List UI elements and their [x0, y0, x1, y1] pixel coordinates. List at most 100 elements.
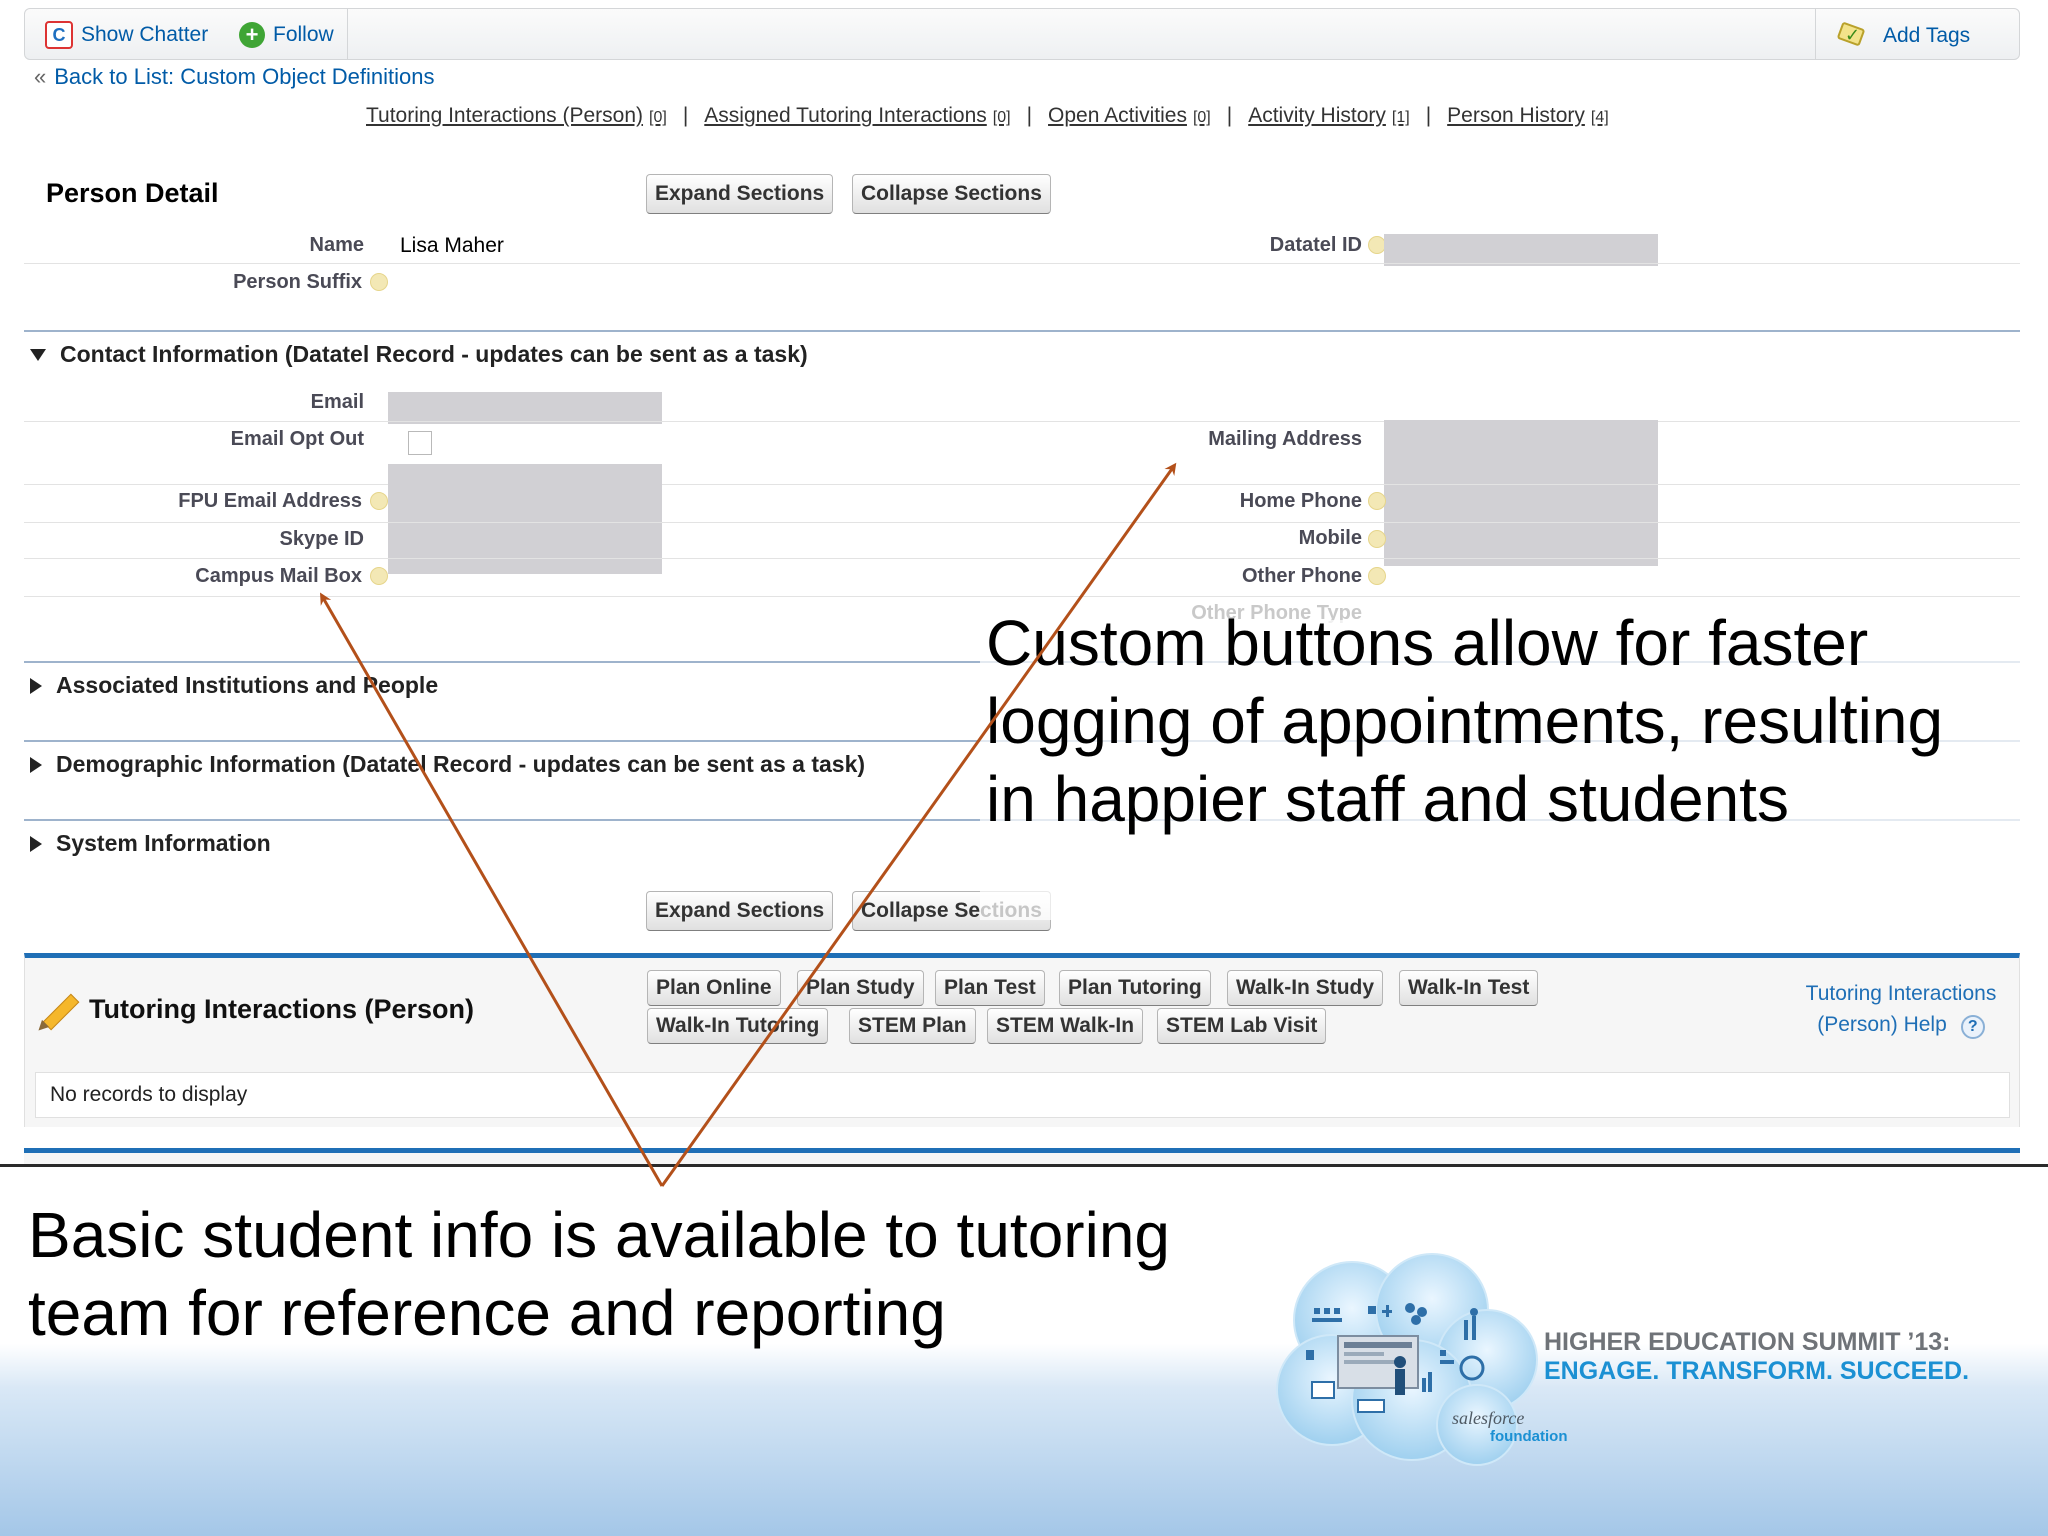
- walk-in-test-button[interactable]: Walk-In Test: [1399, 970, 1539, 1006]
- expand-triangle-icon: [30, 756, 42, 773]
- foundation-wordmark: foundation: [1490, 1428, 1568, 1445]
- divider: [24, 522, 2020, 523]
- related-link-label: Tutoring Interactions (Person): [366, 104, 644, 127]
- section-title: Contact Information (Datatel Record - up…: [60, 341, 808, 367]
- datatel-id-label: Datatel ID: [1269, 234, 1362, 256]
- collapse-triangle-icon: [30, 348, 46, 361]
- separator: |: [1226, 104, 1233, 127]
- annotation-basic-info: Basic student info is available to tutor…: [28, 1199, 1170, 1350]
- name-value: Lisa Maher: [400, 234, 504, 257]
- divider: [24, 421, 2020, 422]
- related-link-activity-history[interactable]: Activity History [1]: [1248, 104, 1409, 128]
- section-demographic-information[interactable]: Demographic Information (Datatel Record …: [30, 751, 865, 778]
- show-chatter-label: Show Chatter: [81, 23, 209, 46]
- tutoring-help-link[interactable]: Tutoring Interactions (Person) Help?: [1791, 978, 2011, 1040]
- expand-triangle-icon: [30, 835, 42, 852]
- related-link-count: [0]: [992, 109, 1011, 126]
- help-icon[interactable]: [370, 492, 388, 510]
- back-arrow-icon: «: [34, 64, 47, 89]
- redacted-mailing-address: [1384, 420, 1658, 566]
- add-tags-button[interactable]: ✓ Add Tags: [1836, 21, 1971, 50]
- salesforce-wordmark: salesforce: [1452, 1408, 1525, 1428]
- section-system-information[interactable]: System Information: [30, 830, 271, 857]
- back-to-list-link[interactable]: « Back to List: Custom Object Definitions: [34, 64, 435, 90]
- stem-walk-in-button[interactable]: STEM Walk-In: [987, 1008, 1144, 1044]
- related-link-label: Open Activities: [1048, 104, 1187, 127]
- separator: |: [1026, 104, 1033, 127]
- help-icon[interactable]: ?: [1960, 1014, 1985, 1039]
- divider: [0, 1164, 2048, 1167]
- skype-id-label: Skype ID: [279, 528, 364, 550]
- section-title: Demographic Information (Datatel Record …: [56, 751, 866, 777]
- related-link-person-history[interactable]: Person History [4]: [1447, 104, 1609, 128]
- back-link-label: Back to List: Custom Object Definitions: [54, 64, 435, 89]
- related-link-count: [1]: [1391, 109, 1410, 126]
- plan-tutoring-button[interactable]: Plan Tutoring: [1059, 970, 1211, 1006]
- home-phone-label: Home Phone: [1239, 490, 1362, 512]
- expand-sections-button-bottom[interactable]: Expand Sections: [646, 891, 834, 931]
- annotation-custom-buttons: Custom buttons allow for faster logging …: [986, 607, 1944, 836]
- help-icon[interactable]: [370, 273, 388, 291]
- chatter-icon: C: [45, 21, 73, 49]
- name-label: Name: [309, 234, 364, 256]
- add-tags-label: Add Tags: [1883, 24, 1971, 47]
- walk-in-tutoring-button[interactable]: Walk-In Tutoring: [647, 1008, 829, 1044]
- related-link-count: [0]: [649, 109, 667, 126]
- related-link-label: Assigned Tutoring Interactions: [704, 104, 987, 127]
- help-icon[interactable]: [1368, 567, 1386, 585]
- plus-icon: +: [239, 22, 265, 48]
- plan-test-button[interactable]: Plan Test: [935, 970, 1045, 1006]
- related-link-tutoring-interactions[interactable]: Tutoring Interactions (Person) [0]: [366, 104, 667, 128]
- show-chatter-button[interactable]: C Show Chatter: [45, 21, 208, 49]
- divider: [24, 484, 2020, 485]
- salesforce-record-page: C Show Chatter + Follow ✓ Add Tags « Back…: [0, 0, 2048, 1166]
- divider: [24, 263, 2020, 264]
- stem-lab-visit-button[interactable]: STEM Lab Visit: [1157, 1008, 1327, 1044]
- follow-button[interactable]: + Follow: [239, 21, 334, 49]
- mailing-address-label: Mailing Address: [1208, 428, 1362, 450]
- page-title: Person Detail: [46, 178, 219, 208]
- campus-mail-box-label: Campus Mail Box: [195, 565, 362, 587]
- expand-sections-button[interactable]: Expand Sections: [646, 174, 834, 214]
- help-icon[interactable]: [1368, 492, 1386, 510]
- walk-in-study-button[interactable]: Walk-In Study: [1227, 970, 1384, 1006]
- section-contact-information[interactable]: Contact Information (Datatel Record - up…: [30, 341, 808, 368]
- help-icon[interactable]: [1368, 530, 1386, 548]
- separator: |: [682, 104, 689, 127]
- divider: [24, 596, 2020, 597]
- related-link-count: [0]: [1192, 109, 1211, 126]
- pencil-icon: [34, 990, 80, 1035]
- redacted-datatel-id: [1384, 234, 1658, 266]
- tutoring-interactions-panel: Tutoring Interactions (Person) Plan Onli…: [24, 953, 2020, 1127]
- follow-label: Follow: [273, 23, 334, 46]
- related-list-links: Tutoring Interactions (Person) [0] | Assi…: [366, 104, 1609, 128]
- separator: |: [1425, 104, 1432, 127]
- person-suffix-label: Person Suffix: [233, 271, 362, 293]
- related-link-open-activities[interactable]: Open Activities [0]: [1048, 104, 1211, 128]
- summit-title: HIGHER EDUCATION SUMMIT ’13:: [1544, 1328, 1951, 1356]
- fpu-email-label: FPU Email Address: [178, 490, 362, 512]
- section-title: System Information: [56, 830, 271, 856]
- section-divider: [24, 330, 2020, 332]
- help-link-line1: Tutoring Interactions: [1805, 982, 1997, 1005]
- email-label: Email: [310, 391, 364, 413]
- plan-study-button[interactable]: Plan Study: [797, 970, 924, 1006]
- related-link-label: Activity History: [1248, 104, 1386, 127]
- divider: [1815, 9, 1816, 59]
- divider: [24, 558, 2020, 559]
- divider: [347, 9, 348, 59]
- plan-online-button[interactable]: Plan Online: [647, 970, 781, 1006]
- tag-icon: ✓: [1836, 21, 1867, 49]
- related-link-assigned-tutoring[interactable]: Assigned Tutoring Interactions [0]: [704, 104, 1010, 128]
- stem-plan-button[interactable]: STEM Plan: [849, 1008, 976, 1044]
- email-opt-out-checkbox: [408, 431, 432, 455]
- mobile-label: Mobile: [1298, 527, 1362, 549]
- chatter-bar: C Show Chatter + Follow ✓ Add Tags: [24, 8, 2020, 60]
- no-records-message: No records to display: [35, 1072, 2010, 1118]
- section-associated-institutions[interactable]: Associated Institutions and People: [30, 672, 438, 699]
- help-icon[interactable]: [370, 567, 388, 585]
- expand-triangle-icon: [30, 677, 42, 694]
- section-title: Associated Institutions and People: [56, 672, 439, 698]
- collapse-sections-button[interactable]: Collapse Sections: [852, 174, 1051, 214]
- redacted-email: [388, 392, 662, 424]
